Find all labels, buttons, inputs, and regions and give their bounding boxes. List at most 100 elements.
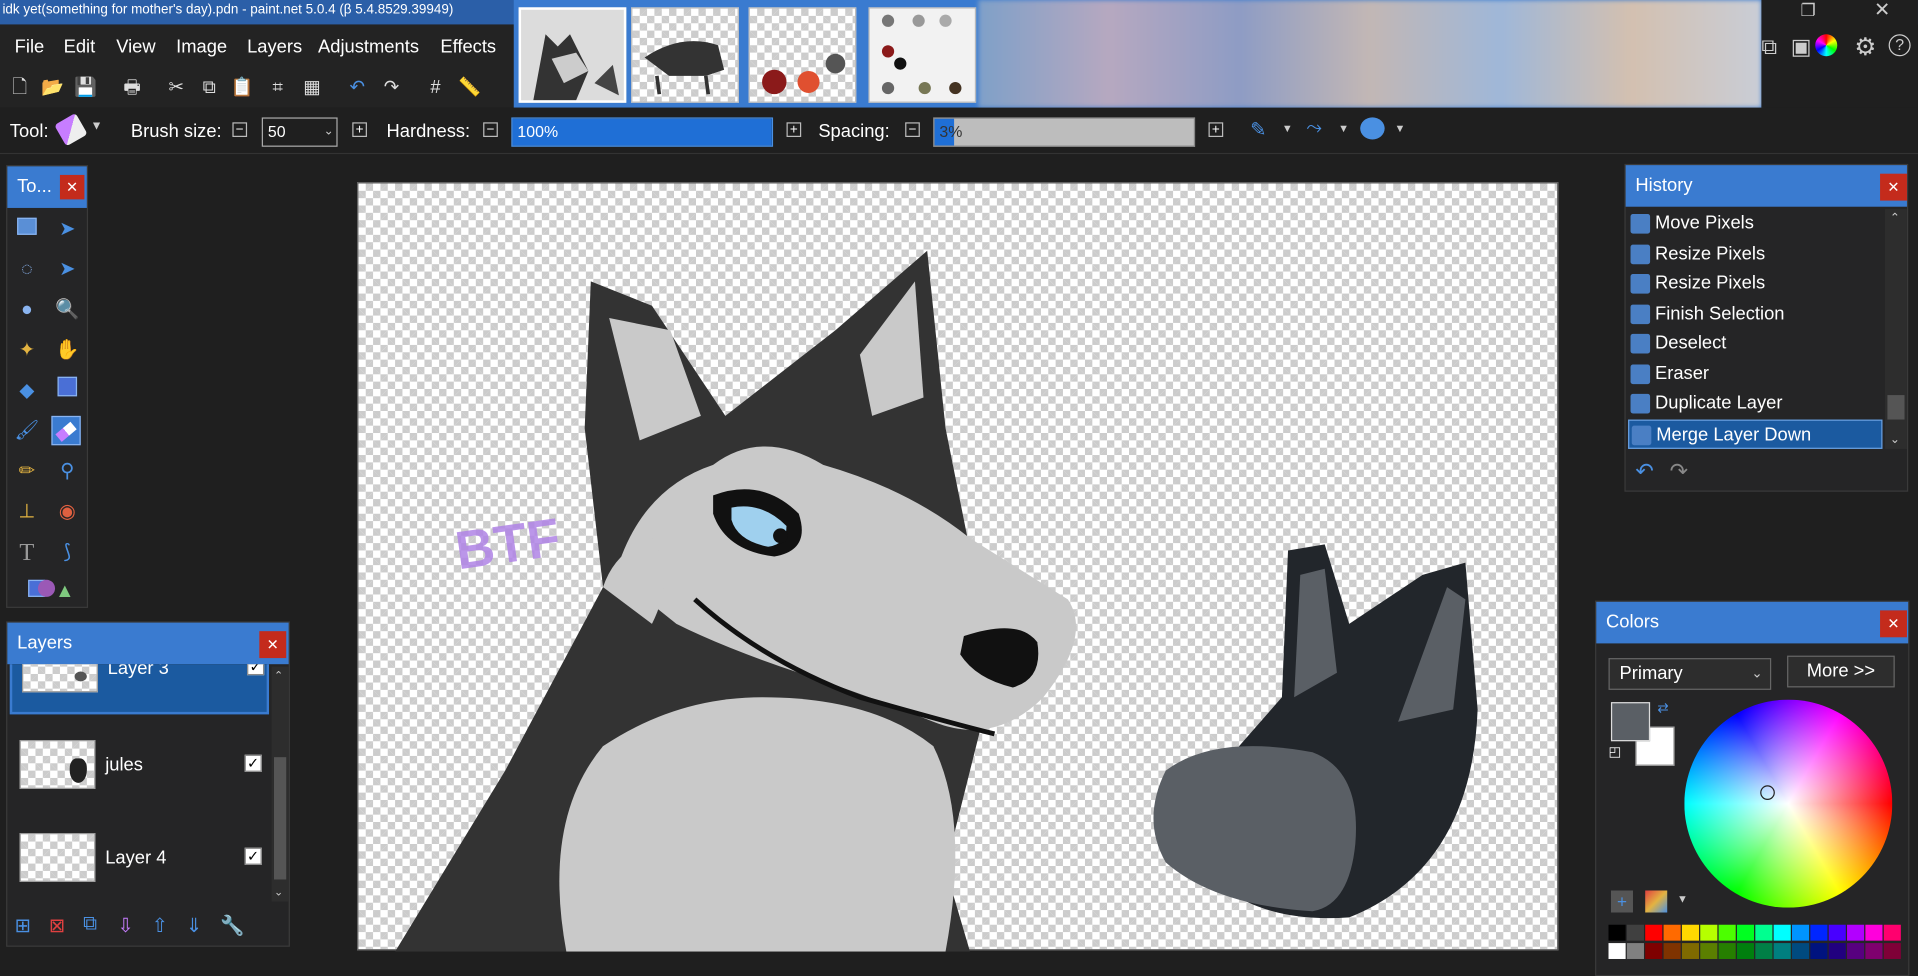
- image-tab-2[interactable]: [631, 7, 739, 103]
- close-icon[interactable]: ✕: [1874, 0, 1890, 22]
- palette-swatch[interactable]: [1608, 943, 1626, 959]
- layer-visibility-checkbox[interactable]: ✓: [244, 847, 262, 865]
- chevron-up-icon[interactable]: ⌃: [274, 669, 283, 682]
- chevron-down-icon[interactable]: ▼: [1677, 893, 1688, 905]
- palette-icon[interactable]: [1645, 890, 1668, 913]
- grid-icon[interactable]: #: [423, 76, 447, 100]
- menu-layers[interactable]: Layers: [247, 37, 302, 58]
- gradient-icon[interactable]: [53, 376, 82, 406]
- color-wheel-cursor[interactable]: [1760, 785, 1775, 800]
- undo-icon[interactable]: ↶: [1635, 459, 1653, 485]
- chevron-up-icon[interactable]: ⌃: [1890, 212, 1900, 225]
- layer-visibility-checkbox[interactable]: ✓: [247, 664, 265, 676]
- pan-icon[interactable]: ✋: [53, 336, 82, 365]
- brush-size-increase[interactable]: +: [352, 122, 367, 137]
- print-icon[interactable]: 🖶: [120, 76, 144, 100]
- save-icon[interactable]: 💾: [73, 76, 97, 100]
- palette-swatch[interactable]: [1718, 924, 1736, 941]
- lasso-select-icon[interactable]: ◌: [12, 256, 41, 285]
- history-item[interactable]: Eraser: [1628, 359, 1882, 388]
- palette-swatch[interactable]: [1736, 924, 1755, 941]
- duplicate-layer-icon[interactable]: ⧉: [83, 914, 97, 936]
- color-picker-icon[interactable]: ⚲: [53, 457, 82, 486]
- scrollbar-thumb[interactable]: [273, 757, 287, 880]
- crop-icon[interactable]: ⌗: [265, 76, 289, 100]
- history-item[interactable]: Resize Pixels: [1628, 239, 1882, 268]
- line-curve-icon[interactable]: ⟆: [53, 538, 82, 567]
- palette-swatch[interactable]: [1626, 943, 1644, 959]
- palette-swatch[interactable]: [1700, 943, 1718, 959]
- image-canvas[interactable]: BTF: [357, 182, 1559, 952]
- restore-icon[interactable]: ❐: [1801, 0, 1816, 21]
- hardness-decrease[interactable]: −: [483, 122, 498, 137]
- ruler-icon[interactable]: 📏: [457, 76, 481, 100]
- brush-size-decrease[interactable]: −: [232, 122, 248, 137]
- palette-swatch[interactable]: [1847, 943, 1865, 959]
- add-layer-icon[interactable]: ⊞: [15, 914, 31, 938]
- chevron-down-icon[interactable]: ⌄: [1890, 433, 1900, 446]
- paste-icon[interactable]: 📋: [230, 76, 254, 100]
- chevron-down-icon[interactable]: ⌄: [324, 119, 334, 146]
- pencil-icon[interactable]: ✏: [12, 457, 41, 486]
- palette-swatch[interactable]: [1883, 924, 1901, 941]
- close-icon[interactable]: ✕: [259, 631, 287, 659]
- add-palette-color-icon[interactable]: +: [1610, 890, 1633, 913]
- menu-view[interactable]: View: [116, 37, 155, 58]
- redo-icon[interactable]: ↷: [1670, 459, 1688, 485]
- close-icon[interactable]: ✕: [1880, 610, 1907, 638]
- palette-swatch[interactable]: [1883, 943, 1901, 959]
- history-item[interactable]: Resize Pixels: [1628, 269, 1882, 298]
- clone-stamp-icon[interactable]: ⊥: [12, 498, 41, 527]
- zoom-icon[interactable]: 🔍: [53, 296, 82, 325]
- palette-swatch[interactable]: [1828, 943, 1846, 959]
- history-item[interactable]: Move Pixels: [1628, 209, 1882, 238]
- redo-icon[interactable]: ↷: [379, 76, 403, 100]
- palette-swatch[interactable]: [1718, 943, 1736, 959]
- move-layer-down-icon[interactable]: ⇓: [186, 914, 202, 938]
- spacing-increase[interactable]: +: [1208, 122, 1224, 137]
- palette-swatch[interactable]: [1791, 943, 1810, 959]
- spacing-decrease[interactable]: −: [905, 122, 920, 137]
- menu-edit[interactable]: Edit: [64, 37, 96, 58]
- recolor-icon[interactable]: ◉: [53, 498, 82, 527]
- layer-properties-icon[interactable]: 🔧: [220, 914, 244, 938]
- menu-image[interactable]: Image: [176, 37, 227, 58]
- brush-size-input[interactable]: 50 ⌄: [261, 117, 338, 147]
- palette-swatch[interactable]: [1681, 943, 1700, 959]
- more-colors-button[interactable]: More >>: [1787, 655, 1895, 688]
- move-selection-icon[interactable]: ➤: [53, 256, 82, 285]
- swap-colors-icon[interactable]: ⇄: [1657, 700, 1668, 716]
- palette-swatch[interactable]: [1608, 924, 1626, 941]
- palette-swatch[interactable]: [1755, 924, 1773, 941]
- ellipse-select-icon[interactable]: ●: [12, 296, 41, 325]
- magic-wand-icon[interactable]: ✦: [12, 336, 41, 365]
- palette-swatch[interactable]: [1681, 924, 1700, 941]
- color-mode-select[interactable]: Primary ⌄: [1608, 658, 1772, 690]
- palette-swatch[interactable]: [1810, 943, 1828, 959]
- antialias-icon[interactable]: ✎: [1250, 117, 1266, 141]
- menu-file[interactable]: File: [15, 37, 45, 58]
- blend-mode-icon[interactable]: ⤳: [1306, 117, 1322, 139]
- hardness-increase[interactable]: +: [786, 122, 802, 137]
- selection-clipping-icon[interactable]: [1360, 117, 1385, 140]
- hardness-slider[interactable]: 100%: [511, 117, 774, 147]
- color-wheel[interactable]: [1684, 699, 1893, 908]
- layer-row-jules[interactable]: jules ✓: [10, 723, 269, 814]
- reset-colors-icon[interactable]: ◰: [1609, 744, 1622, 760]
- palette-swatch[interactable]: [1645, 943, 1663, 959]
- close-icon[interactable]: ✕: [59, 174, 85, 200]
- menu-adjustments[interactable]: Adjustments: [318, 37, 419, 58]
- palette-swatch[interactable]: [1865, 943, 1883, 959]
- new-icon[interactable]: 🗋: [7, 76, 31, 100]
- open-icon[interactable]: 📂: [40, 76, 64, 100]
- palette-swatch[interactable]: [1700, 924, 1718, 941]
- history-scrollbar[interactable]: ⌃ ⌄: [1884, 209, 1907, 449]
- layer-row-layer-3[interactable]: Layer 3 ✓: [9, 664, 270, 715]
- colors-panel-icon[interactable]: [1815, 34, 1838, 57]
- rectangle-select-icon[interactable]: [12, 215, 41, 244]
- history-item[interactable]: Merge Layer Down: [1628, 418, 1883, 449]
- primary-color-swatch[interactable]: [1610, 702, 1651, 742]
- palette-swatch[interactable]: [1626, 924, 1644, 941]
- image-tab-3[interactable]: [748, 7, 857, 103]
- paint-bucket-icon[interactable]: ◆: [12, 377, 41, 406]
